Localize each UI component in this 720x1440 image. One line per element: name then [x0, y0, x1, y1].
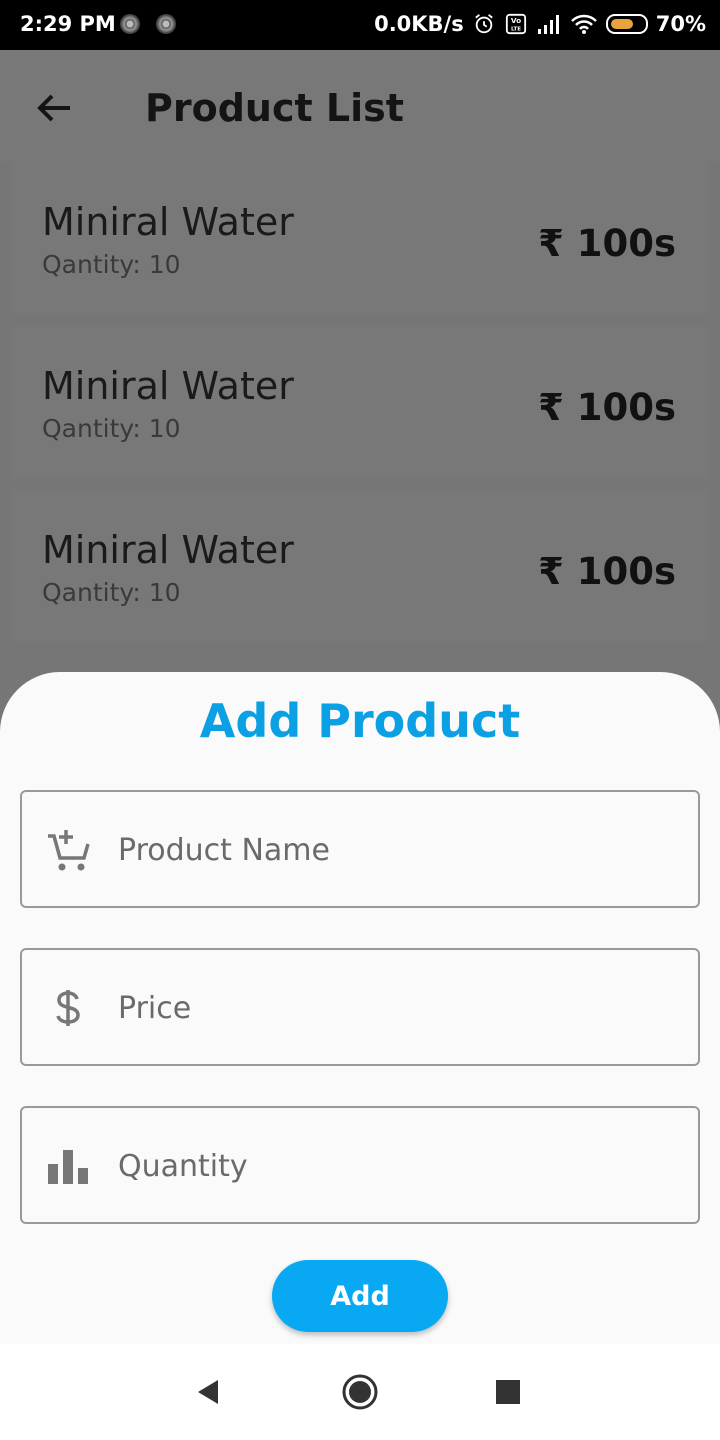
sheet-title: Add Product — [199, 694, 521, 748]
navigation-bar — [0, 1344, 720, 1440]
arrow-left-icon[interactable] — [30, 84, 78, 132]
add-product-sheet: Add Product Add — [0, 672, 720, 1344]
price-field[interactable] — [20, 948, 700, 1066]
product-price: ₹ 100s — [538, 550, 676, 593]
svg-text:LTE: LTE — [511, 26, 521, 32]
list-item[interactable]: Miniral Water Qantity: 10 ₹ 100s — [12, 490, 708, 642]
battery-icon — [605, 14, 648, 34]
product-name: Miniral Water — [42, 364, 294, 408]
product-quantity: Qantity: 10 — [42, 414, 181, 443]
bar-chart-icon — [48, 1150, 88, 1184]
page-title: Product List — [145, 86, 404, 130]
quantity-input[interactable] — [116, 1108, 680, 1224]
notification-dot-icon — [156, 14, 176, 34]
wifi-icon — [570, 14, 597, 34]
status-indicators: 0.0KB/s Vo LTE 70% — [374, 12, 706, 36]
product-price: ₹ 100s — [538, 222, 676, 265]
price-input[interactable] — [116, 950, 680, 1066]
product-name-field[interactable] — [20, 790, 700, 908]
svg-text:Vo: Vo — [511, 16, 521, 25]
network-speed: 0.0KB/s — [374, 12, 464, 36]
battery-percent: 70% — [655, 12, 706, 36]
recents-square-icon[interactable] — [488, 1372, 528, 1412]
volte-icon: Vo LTE — [505, 13, 526, 35]
home-circle-icon[interactable] — [340, 1372, 380, 1412]
product-name: Miniral Water — [42, 528, 294, 572]
add-button[interactable]: Add — [272, 1260, 448, 1332]
status-bar: 2:29 PM 0.0KB/s Vo LTE 70% — [0, 0, 720, 50]
product-name-input[interactable] — [116, 792, 680, 908]
battery-fill — [610, 19, 634, 29]
alarm-icon — [474, 14, 493, 34]
product-price: ₹ 100s — [538, 386, 676, 429]
back-triangle-icon[interactable] — [188, 1372, 228, 1412]
product-quantity: Qantity: 10 — [42, 250, 181, 279]
product-name: Miniral Water — [42, 200, 294, 244]
signal-icon — [537, 15, 559, 34]
quantity-field[interactable] — [20, 1106, 700, 1224]
dollar-icon — [56, 990, 80, 1026]
status-time: 2:29 PM — [20, 12, 116, 36]
notification-dot-icon — [120, 14, 140, 34]
add-shopping-cart-icon — [48, 830, 90, 871]
product-quantity: Qantity: 10 — [42, 578, 181, 607]
list-item[interactable]: Miniral Water Qantity: 10 ₹ 100s — [12, 162, 708, 314]
list-item[interactable]: Miniral Water Qantity: 10 ₹ 100s — [12, 326, 708, 478]
app-bar: Product List — [0, 50, 720, 162]
